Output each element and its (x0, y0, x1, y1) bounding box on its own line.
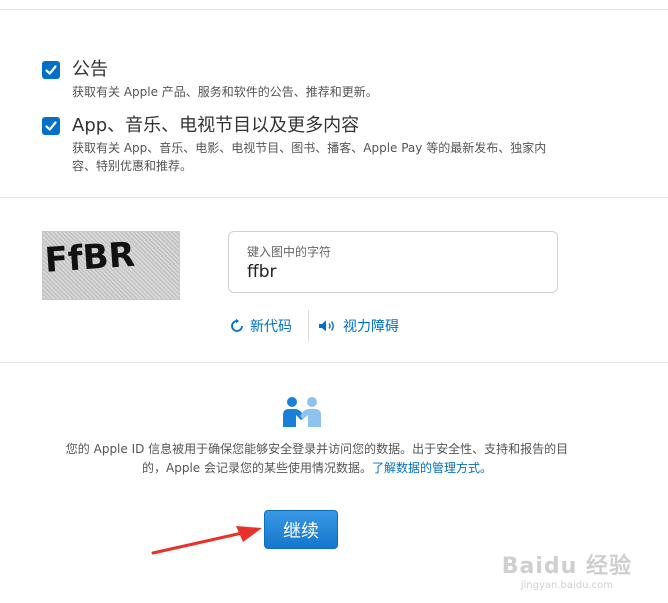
apps-music-checkbox[interactable] (42, 117, 60, 135)
announcements-title: 公告 (72, 59, 108, 80)
section-divider (0, 362, 668, 363)
privacy-notice: 您的 Apple ID 信息被用于确保您能够安全登录并访问您的数据。出于安全性、… (62, 440, 572, 478)
action-divider (308, 310, 309, 342)
new-code-button[interactable]: 新代码 (229, 316, 292, 336)
announcements-checkbox[interactable] (42, 61, 60, 79)
top-divider (0, 9, 668, 10)
vision-impaired-label: 视力障碍 (343, 319, 399, 335)
apps-music-title: App、音乐、电视节目以及更多内容 (72, 115, 360, 136)
captcha-input[interactable] (247, 262, 537, 282)
red-arrow-annotation (151, 526, 262, 555)
refresh-icon (231, 318, 243, 332)
continue-button[interactable]: 继续 (264, 510, 338, 549)
section-divider (0, 197, 668, 198)
baidu-watermark: Baidu 经验 jingyan.baidu.com (502, 548, 632, 591)
apps-music-description: 获取有关 App、音乐、电影、电视节目、图书、播客、Apple Pay 等的最新… (72, 141, 547, 173)
vision-impaired-button[interactable]: 视力障碍 (318, 316, 399, 336)
speaker-icon (319, 320, 334, 332)
captcha-field-label: 键入图中的字符 (247, 245, 332, 259)
checkmark-icon (45, 65, 57, 75)
captcha-image: FfBR (42, 231, 180, 300)
checkmark-icon (45, 121, 57, 131)
privacy-text: 您的 Apple ID 信息被用于确保您能够安全登录并访问您的数据。出于安全性、… (65, 442, 569, 475)
announcements-description: 获取有关 Apple 产品、服务和软件的公告、推荐和更新。 (72, 85, 378, 99)
privacy-handshake-icon (283, 397, 321, 427)
watermark-logo: Baidu 经验 (501, 554, 632, 579)
watermark-url: jingyan.baidu.com (520, 580, 614, 591)
captcha-text: FfBR (43, 235, 136, 281)
captcha-field[interactable]: 键入图中的字符 (228, 231, 558, 293)
new-code-label: 新代码 (250, 319, 292, 335)
data-management-link[interactable]: 了解数据的管理方式。 (372, 461, 492, 475)
